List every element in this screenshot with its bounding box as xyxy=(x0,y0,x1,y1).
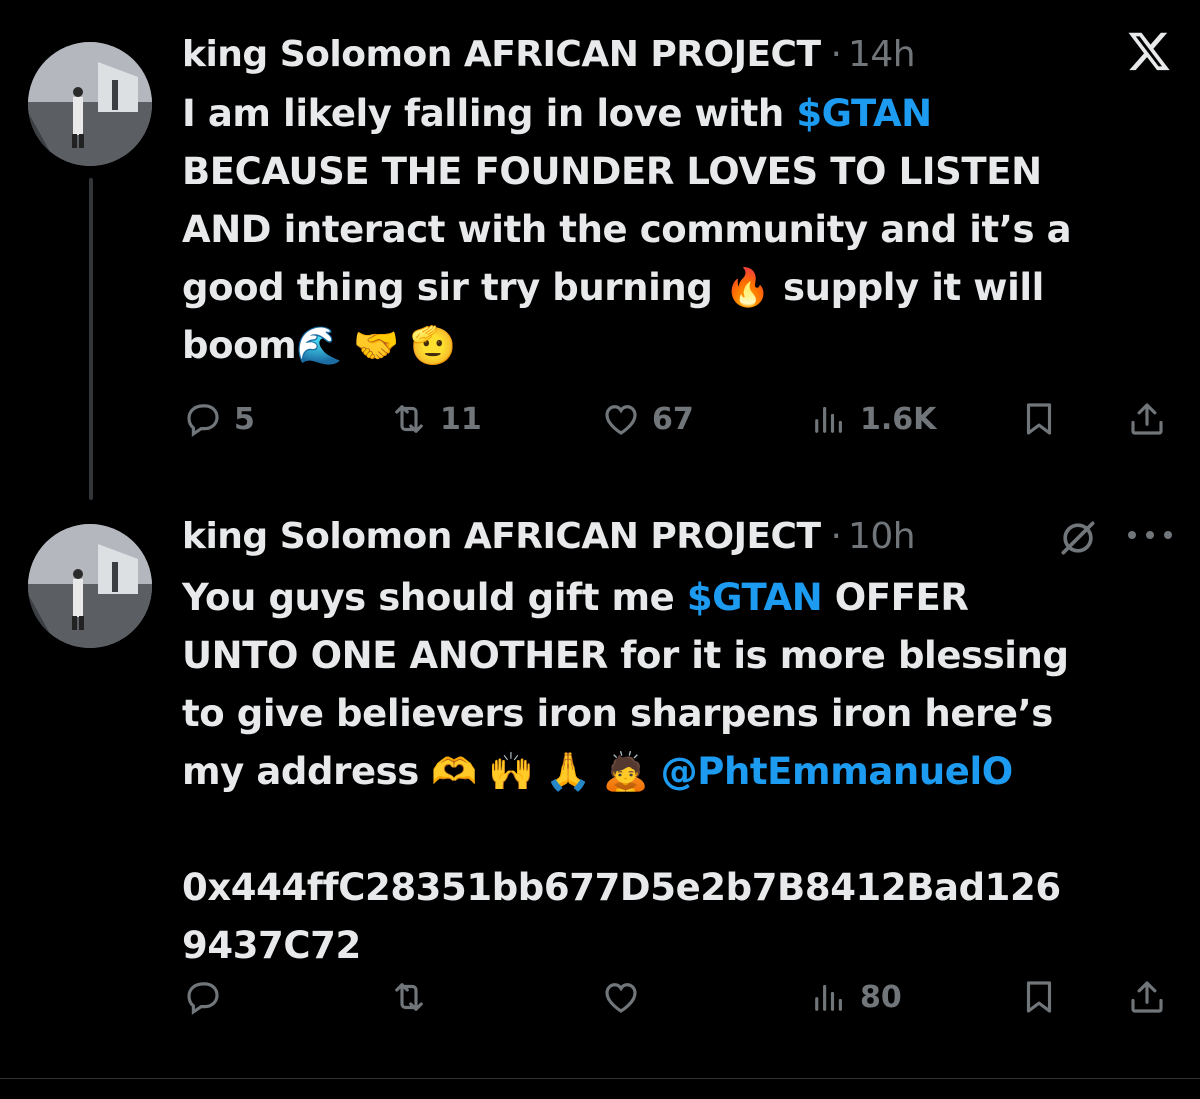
cashtag-link[interactable]: $GTAN xyxy=(687,576,823,619)
repost-icon xyxy=(395,983,423,1011)
share-icon xyxy=(1131,403,1163,435)
like-button[interactable]: 67 xyxy=(600,394,694,444)
tweet-line: BECAUSE THE FOUNDER LOVES TO LISTEN xyxy=(182,150,1042,193)
more-icon[interactable] xyxy=(1128,520,1172,550)
tweet-text: You guys should gift me $GTAN OFFER UNTO… xyxy=(182,569,1162,975)
header-separator: · xyxy=(830,515,842,557)
views-icon xyxy=(815,406,842,433)
author-name[interactable]: king Solomon AFRICAN PROJECT xyxy=(182,34,821,75)
views-count: 1.6K xyxy=(860,401,937,437)
reply-button[interactable]: 5 xyxy=(182,394,255,444)
tweet-line: my address 🫶 🙌 🙏 🙇 @PhtEmmanuelO xyxy=(182,750,1014,793)
author-name[interactable]: king Solomon AFRICAN PROJECT xyxy=(182,516,821,557)
views-icon xyxy=(815,984,842,1011)
fire-emoji: 🔥 xyxy=(724,266,771,309)
share-button[interactable] xyxy=(1126,394,1168,444)
tweet-line: You guys should gift me $GTAN OFFER xyxy=(182,576,969,619)
tweet-text: I am likely falling in love with $GTAN B… xyxy=(182,85,1162,375)
tweet-line: boom🌊 🤝 🫡 xyxy=(182,324,457,367)
timestamp[interactable]: 14h xyxy=(848,34,916,75)
share-button[interactable] xyxy=(1126,972,1168,1022)
like-count: 67 xyxy=(652,401,694,437)
action-bar: 80 xyxy=(182,972,1172,1022)
avatar[interactable] xyxy=(28,42,152,166)
thread-connector-line xyxy=(89,178,93,500)
tweet-header: king Solomon AFRICAN PROJECT · 14h xyxy=(182,28,916,80)
header-separator: · xyxy=(830,33,842,75)
tweet-line: AND interact with the community and it’s… xyxy=(182,208,1072,251)
tweet-line: to give believers iron sharpens iron her… xyxy=(182,692,1053,735)
like-icon xyxy=(605,983,637,1013)
views-count: 80 xyxy=(860,979,902,1015)
like-button[interactable] xyxy=(600,972,652,1022)
tweet-line: 9437C72 xyxy=(182,924,361,967)
tweet-header: king Solomon AFRICAN PROJECT · 10h xyxy=(182,510,916,562)
bookmark-button[interactable] xyxy=(1018,972,1060,1022)
x-logo-icon xyxy=(1128,32,1170,71)
timestamp[interactable]: 10h xyxy=(848,516,916,557)
reply-icon xyxy=(187,982,219,1015)
repost-icon xyxy=(395,405,423,433)
tweet-line: I am likely falling in love with $GTAN xyxy=(182,92,932,135)
like-icon xyxy=(605,405,637,435)
tweet-line: UNTO ONE ANOTHER for it is more blessing xyxy=(182,634,1069,677)
views-button[interactable]: 80 xyxy=(808,972,902,1022)
emoji-group: 🌊 🤝 🫡 xyxy=(296,324,457,367)
repost-count: 11 xyxy=(440,401,482,437)
reply-icon xyxy=(187,404,219,437)
avatar[interactable] xyxy=(28,524,152,648)
repost-button[interactable]: 11 xyxy=(388,394,482,444)
repost-button[interactable] xyxy=(388,972,440,1022)
views-button[interactable]: 1.6K xyxy=(808,394,936,444)
reply-button[interactable] xyxy=(182,972,234,1022)
mention-link[interactable]: @PhtEmmanuelO xyxy=(661,750,1014,793)
cashtag-link[interactable]: $GTAN xyxy=(796,92,932,135)
reply-count: 5 xyxy=(234,401,255,437)
tweet-line: good thing sir try burning 🔥 supply it w… xyxy=(182,266,1044,309)
grok-icon[interactable] xyxy=(1056,516,1100,560)
bookmark-button[interactable] xyxy=(1018,394,1060,444)
bookmark-icon xyxy=(1026,981,1052,1013)
tweet-line: 0x444ffC28351bb677D5e2b7B8412Bad126 xyxy=(182,866,1061,909)
emoji-group: 🫶 🙌 🙏 🙇 xyxy=(431,750,649,793)
action-bar: 5 11 67 1.6K xyxy=(182,394,1172,444)
share-icon xyxy=(1131,981,1163,1013)
bottom-divider xyxy=(0,1078,1200,1079)
bookmark-icon xyxy=(1026,403,1052,435)
